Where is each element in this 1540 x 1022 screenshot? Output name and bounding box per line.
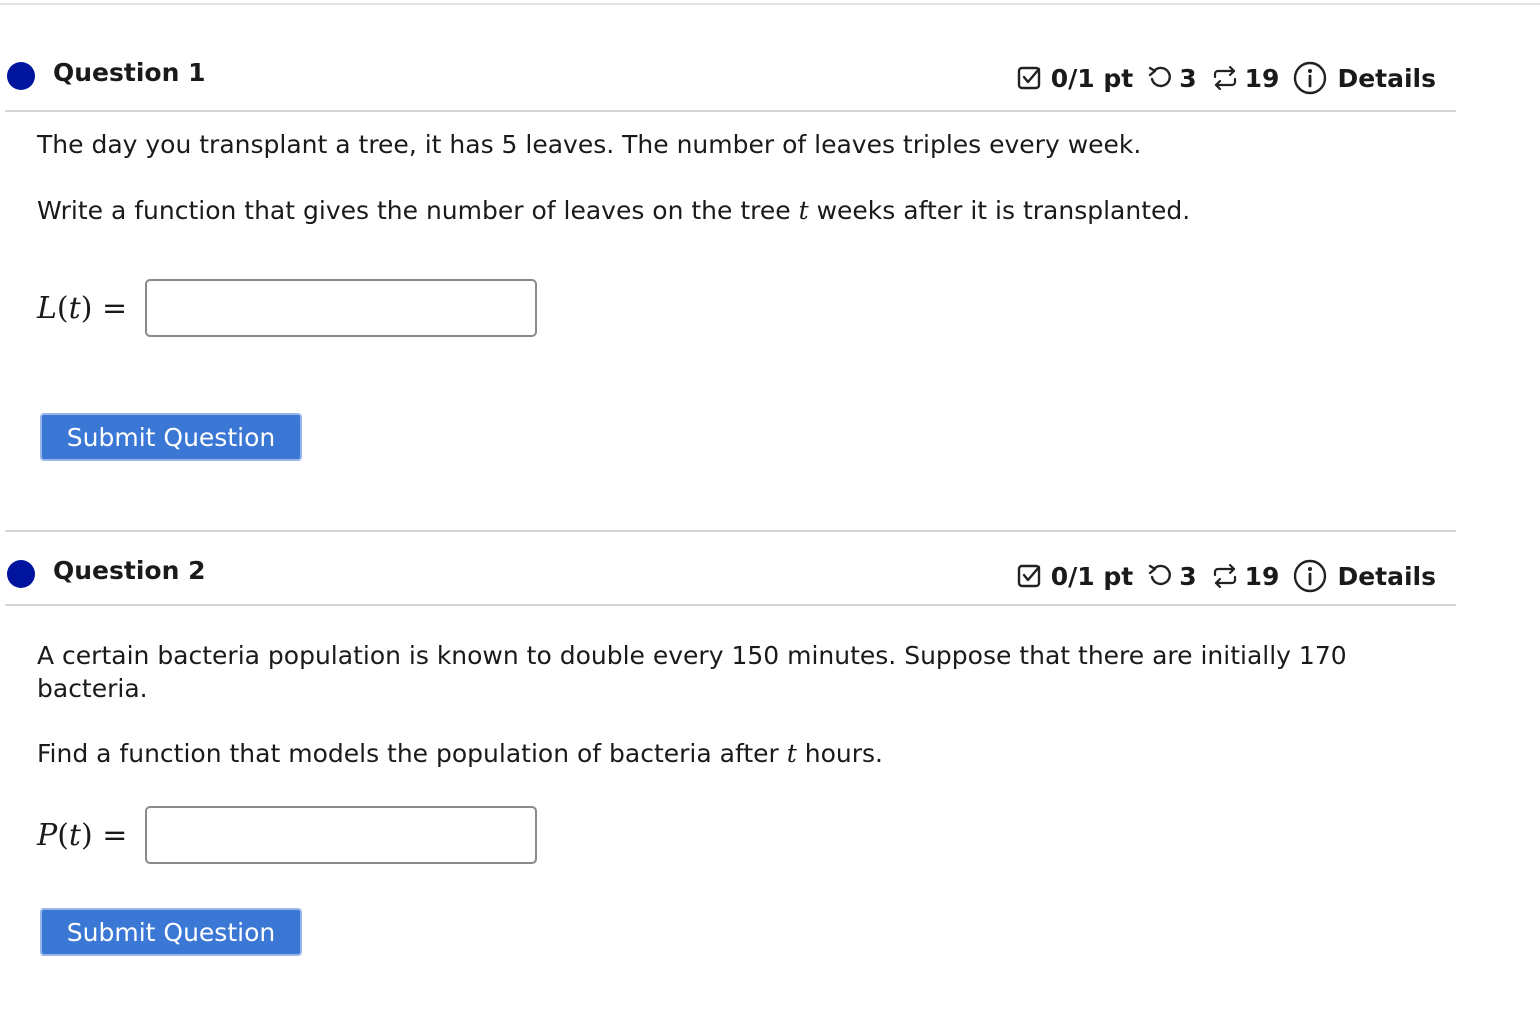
question-header: Question 2 0/1 pt 3 19 Details	[0, 548, 1456, 604]
question-title: Question 1	[53, 58, 206, 87]
top-divider	[0, 3, 1540, 5]
status-dot-icon	[7, 560, 35, 588]
score-text: 0/1 pt	[1050, 561, 1134, 591]
question-text-line: The day you transplant a tree, it has 5 …	[37, 130, 1142, 159]
function-label: L(t) =	[37, 290, 128, 326]
question-text: A certain bacteria population is known t…	[37, 639, 1417, 705]
submit-question-button[interactable]: Submit Question	[40, 413, 302, 461]
answer-row: P(t) =	[37, 806, 537, 864]
function-variable: t	[68, 290, 81, 326]
prompt-text-before: Find a function that models the populati…	[37, 739, 787, 768]
details-link[interactable]: Details	[1337, 562, 1436, 591]
variable-t: t	[798, 196, 809, 225]
question-divider	[5, 530, 1456, 532]
question-prompt: Find a function that models the populati…	[37, 737, 1417, 770]
question-prompt: Write a function that gives the number o…	[37, 194, 1417, 227]
header-divider	[5, 110, 1456, 112]
function-label: P(t) =	[37, 817, 128, 853]
answer-input[interactable]	[145, 279, 537, 337]
info-icon[interactable]	[1293, 559, 1327, 593]
tries-count: 3	[1179, 561, 1197, 591]
question-text-line: A certain bacteria population is known t…	[37, 641, 1347, 703]
variable-t: t	[786, 739, 797, 768]
details-link[interactable]: Details	[1337, 64, 1436, 93]
question-title: Question 2	[53, 556, 206, 585]
submit-question-button[interactable]: Submit Question	[40, 908, 302, 956]
answer-row: L(t) =	[37, 279, 537, 337]
function-name: L	[37, 290, 57, 326]
question-header: Question 1 0/1 pt 3 19 Details	[0, 50, 1456, 106]
prompt-text-after: weeks after it is transplanted.	[808, 196, 1191, 225]
question-meta: 0/1 pt 3 19 Details	[1017, 58, 1436, 98]
header-divider	[5, 604, 1456, 606]
prompt-text-before: Write a function that gives the number o…	[37, 196, 799, 225]
retry-icon	[1147, 65, 1173, 91]
submissions-count: 19	[1244, 63, 1280, 93]
cycle-arrows-icon	[1211, 563, 1239, 589]
submissions-count: 19	[1244, 561, 1280, 591]
question-meta: 0/1 pt 3 19 Details	[1017, 556, 1436, 596]
retry-icon	[1147, 563, 1173, 589]
info-icon[interactable]	[1293, 61, 1327, 95]
checkbox-icon	[1017, 563, 1043, 589]
status-dot-icon	[7, 62, 35, 90]
prompt-text-after: hours.	[796, 739, 883, 768]
score-text: 0/1 pt	[1050, 63, 1134, 93]
tries-count: 3	[1179, 63, 1197, 93]
function-name: P	[37, 817, 58, 853]
question-text: The day you transplant a tree, it has 5 …	[37, 128, 1417, 161]
function-variable: t	[68, 817, 81, 853]
checkbox-icon	[1017, 65, 1043, 91]
answer-input[interactable]	[145, 806, 537, 864]
cycle-arrows-icon	[1211, 65, 1239, 91]
